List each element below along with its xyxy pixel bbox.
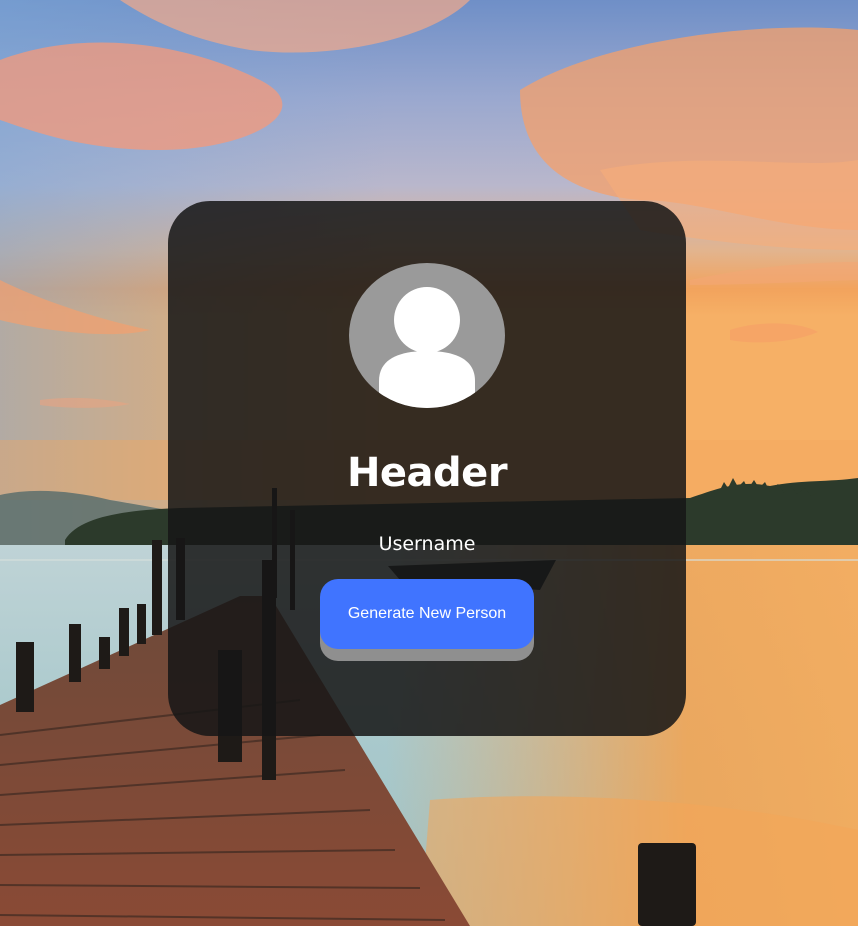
username-label: Username	[378, 533, 476, 555]
page-background: Header Username Generate New Person	[0, 0, 858, 926]
generate-button-wrapper: Generate New Person	[320, 579, 534, 661]
avatar	[349, 263, 505, 408]
generate-new-person-button[interactable]: Generate New Person	[320, 579, 534, 649]
card-header: Header	[346, 450, 508, 496]
user-placeholder-icon	[379, 287, 475, 408]
person-card: Header Username Generate New Person	[168, 201, 686, 736]
